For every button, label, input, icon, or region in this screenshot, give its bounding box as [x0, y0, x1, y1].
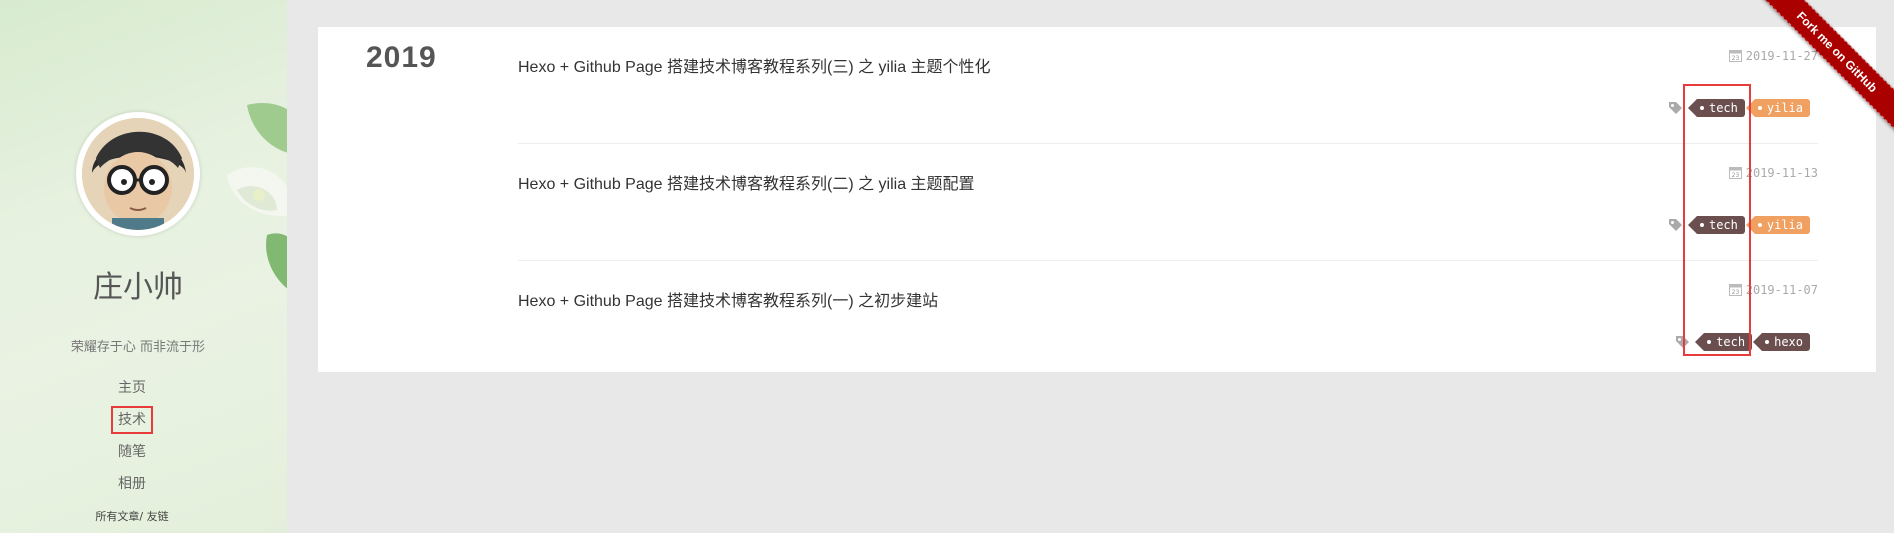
sidebar-nav: 主页 技术 随笔 相册	[0, 372, 264, 500]
tag-yilia[interactable]: yilia	[1745, 216, 1810, 234]
site-name[interactable]: 庄小帅	[0, 262, 276, 306]
tag-icon	[1668, 101, 1682, 114]
friends-link[interactable]: 友链	[147, 510, 169, 523]
calendar-icon: 23	[1728, 50, 1742, 62]
tag-hexo[interactable]: hexo	[1753, 333, 1810, 351]
list-item: Hexo + Github Page 搭建技术博客教程系列(一) 之初步建站 2…	[518, 261, 1818, 377]
all-posts-link[interactable]: 所有文章	[95, 510, 139, 523]
archive-year: 2019	[366, 41, 437, 74]
post-list: Hexo + Github Page 搭建技术博客教程系列(三) 之 yilia…	[518, 27, 1818, 377]
nav-item-essays[interactable]: 随笔	[0, 436, 264, 468]
sub-links: 所有文章/ 友链	[95, 510, 169, 523]
github-ribbon: Fork me on GitHub	[1744, 0, 1894, 150]
post-title[interactable]: Hexo + Github Page 搭建技术博客教程系列(二) 之 yilia…	[518, 170, 975, 194]
sidebar: 庄小帅 荣耀存于心 而非流于形 主页 技术 随笔 相册 所有文章/ 友链	[0, 0, 287, 533]
post-title[interactable]: Hexo + Github Page 搭建技术博客教程系列(三) 之 yilia…	[518, 53, 991, 77]
motto: 荣耀存于心 而非流于形	[70, 340, 206, 355]
post-title[interactable]: Hexo + Github Page 搭建技术博客教程系列(一) 之初步建站	[518, 287, 938, 311]
fork-me-ribbon-link[interactable]: Fork me on GitHub	[1745, 0, 1894, 144]
nav-item-home[interactable]: 主页	[0, 372, 264, 404]
list-item: Hexo + Github Page 搭建技术博客教程系列(三) 之 yilia…	[518, 27, 1818, 144]
tag-icon	[1668, 218, 1682, 231]
list-item: Hexo + Github Page 搭建技术博客教程系列(二) 之 yilia…	[518, 144, 1818, 261]
nav-item-album[interactable]: 相册	[0, 468, 264, 500]
highlight-annotation	[1683, 84, 1751, 356]
archive-card: 2019 Hexo + Github Page 搭建技术博客教程系列(三) 之 …	[318, 27, 1876, 372]
svg-text:23: 23	[1731, 55, 1739, 62]
avatar[interactable]	[76, 112, 200, 236]
avatar-image	[82, 118, 194, 230]
nav-item-tech[interactable]: 技术	[0, 404, 264, 436]
